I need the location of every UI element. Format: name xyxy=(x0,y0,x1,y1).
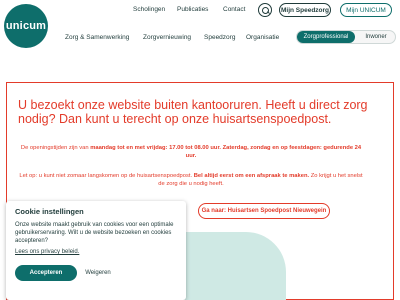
hours-bold: maandag tot en met vrijdag: 17.00 tot 08… xyxy=(90,145,362,159)
reject-button[interactable]: Weigeren xyxy=(78,265,118,281)
cookie-title: Cookie instellingen xyxy=(15,207,84,216)
walkin-text: Let op: u kunt niet zomaar langskomen op… xyxy=(18,172,364,188)
mijn-unicum-button[interactable]: Mijn UNICUM xyxy=(340,3,392,17)
privacy-link[interactable]: Lees ons privacy beleid. xyxy=(15,249,79,255)
accept-button[interactable]: Accepteren xyxy=(15,265,77,281)
unicum-logo[interactable]: unicum xyxy=(4,4,48,48)
audience-toggle: Zorgprofessional Inwoner xyxy=(296,30,396,44)
spoedpost-link-button[interactable]: Ga naar: Huisartsen Spoedpost Nieuwegein xyxy=(198,203,330,219)
walkin-prefix: Let op: u kunt niet zomaar langskomen op… xyxy=(19,173,193,179)
nav-organisatie[interactable]: Organisatie xyxy=(246,34,279,41)
toggle-zorgprofessional[interactable]: Zorgprofessional xyxy=(297,31,355,43)
hours-prefix: De openingstijden zijn van xyxy=(20,145,89,151)
toggle-inwoner[interactable]: Inwoner xyxy=(357,31,395,43)
cookie-body: Onze website maakt gebruik van cookies v… xyxy=(15,222,174,244)
search-icon[interactable] xyxy=(258,3,272,17)
cookie-dialog: Cookie instellingen Onze website maakt g… xyxy=(6,201,186,300)
mijn-speedzorg-button[interactable]: Mijn Speedzorg xyxy=(279,3,331,17)
toplink-contact[interactable]: Contact xyxy=(223,6,245,13)
opening-hours-text: De openingstijden zijn van maandag tot e… xyxy=(18,144,364,160)
nav-speedzorg[interactable]: Speedzorg xyxy=(204,34,235,41)
logo-text: unicum xyxy=(5,20,47,32)
toplink-publicaties[interactable]: Publicaties xyxy=(177,6,208,13)
nav-zorg-samenwerking[interactable]: Zorg & Samenwerking xyxy=(65,34,129,41)
nav-zorgvernieuwing[interactable]: Zorgvernieuwing xyxy=(143,34,191,41)
toplink-scholingen[interactable]: Scholingen xyxy=(133,6,165,13)
alert-title: U bezoekt onze website buiten kantoorure… xyxy=(18,98,368,126)
walkin-bold: Bel altijd eerst om een afspraak te make… xyxy=(193,173,310,179)
